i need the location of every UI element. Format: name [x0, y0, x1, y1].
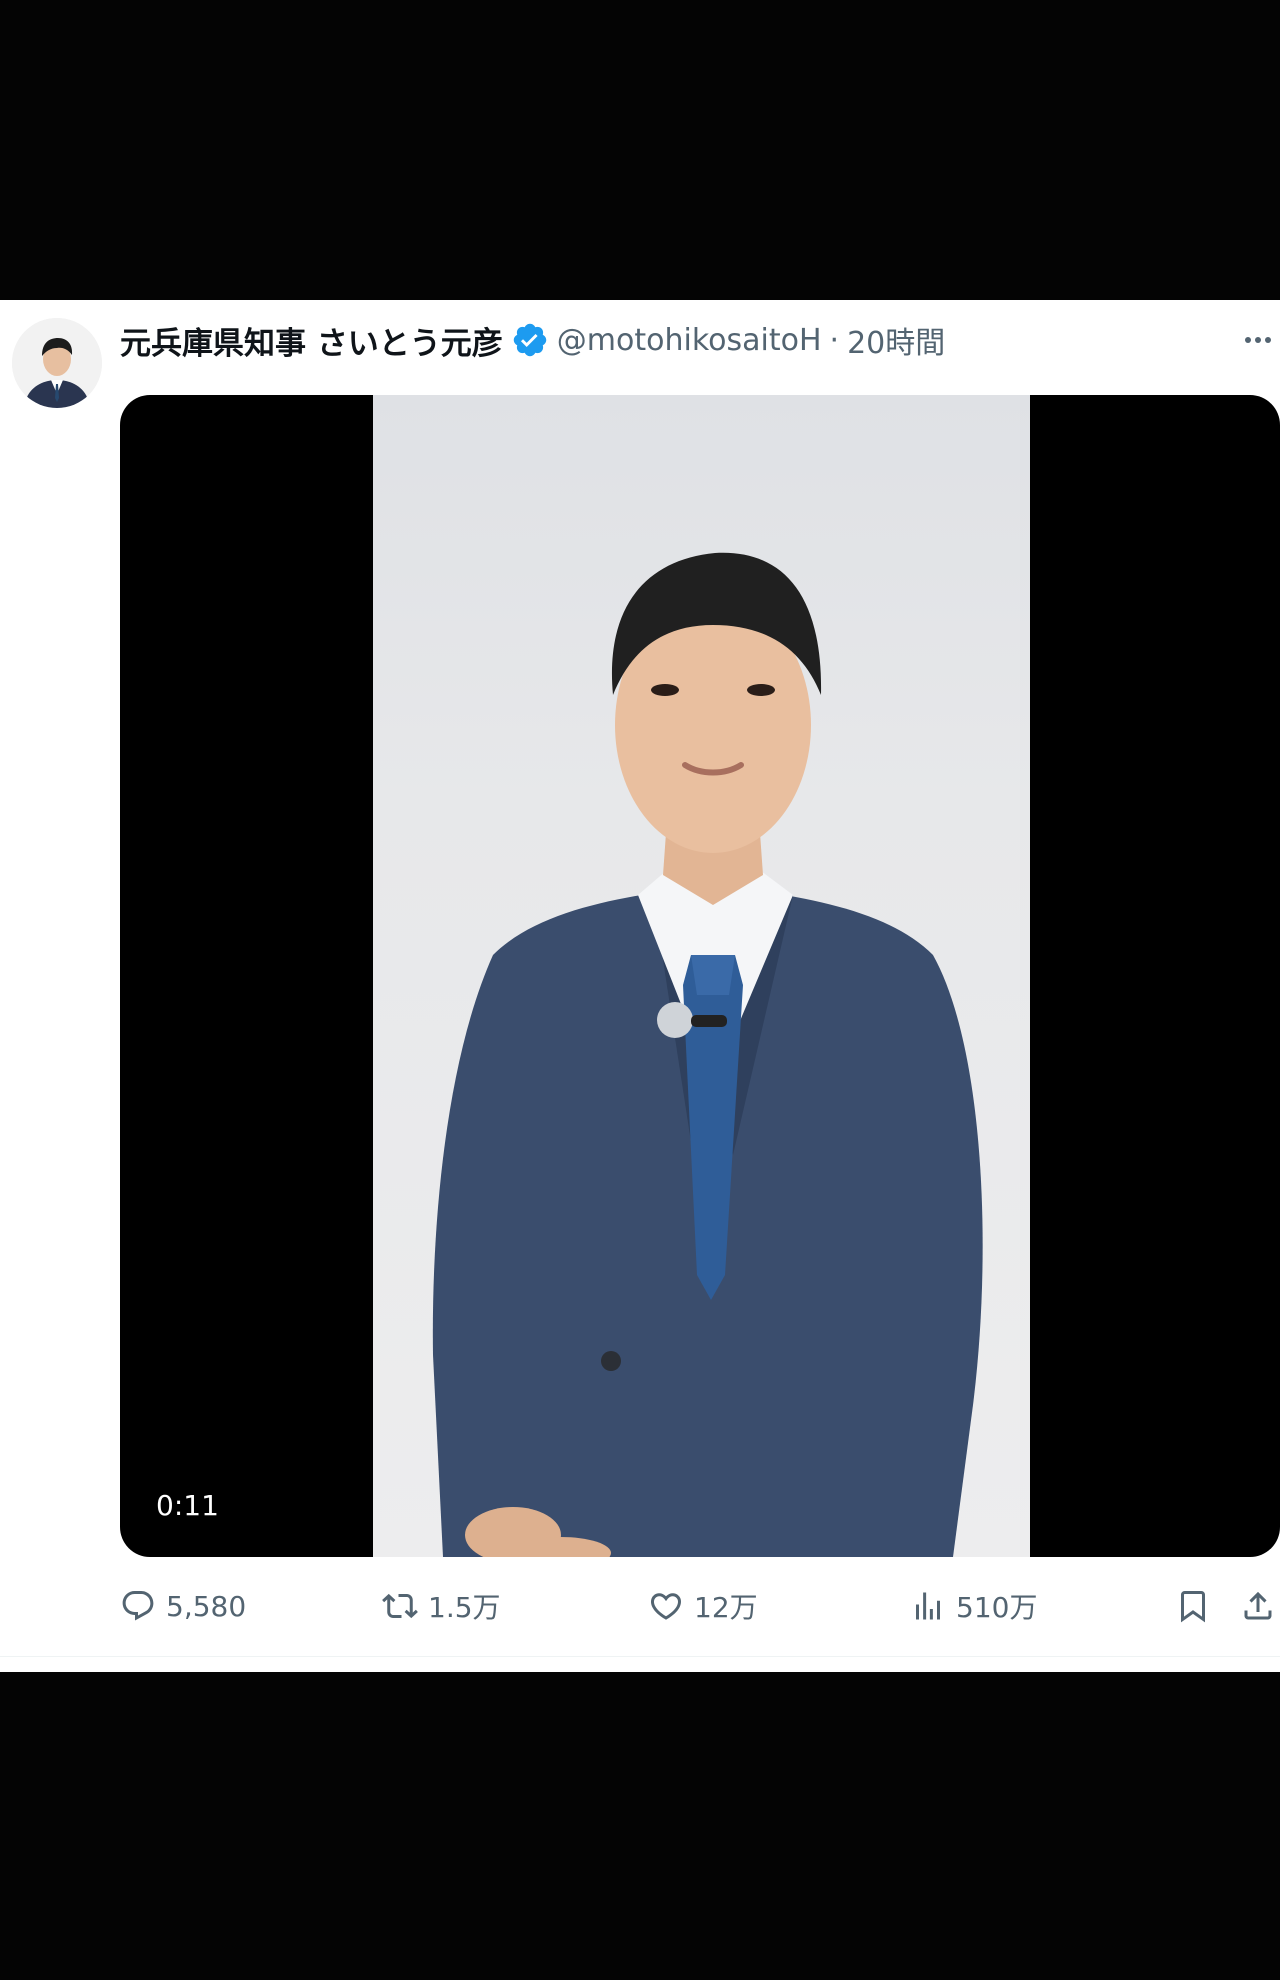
author-name[interactable]: 元兵庫県知事 さいとう元彦: [120, 318, 503, 363]
video-frame: [373, 395, 1030, 1557]
more-icon[interactable]: [1240, 322, 1276, 358]
tweet-timestamp[interactable]: 20時間: [847, 318, 945, 362]
retweet-icon: [382, 1593, 418, 1619]
views-icon: [916, 1592, 940, 1620]
video-player[interactable]: 0:11: [120, 395, 1280, 1557]
top-black-background: [0, 0, 1280, 300]
verified-badge-icon: [511, 321, 549, 359]
heart-icon: [650, 1593, 682, 1620]
like-count: 12万: [694, 1591, 758, 1624]
view-count: 510万: [956, 1591, 1038, 1624]
video-still-image: [432, 552, 983, 1557]
bottom-black-background: [0, 1672, 1280, 1980]
avatar-image: [12, 318, 102, 408]
tweet-card[interactable]: 元兵庫県知事 さいとう元彦 @motohikosaitoH · 20時間 0:1…: [0, 300, 1280, 1672]
retweet-button[interactable]: 1.5万: [382, 1584, 501, 1628]
reply-icon: [122, 1591, 154, 1621]
tweet-header: 元兵庫県知事 さいとう元彦 @motohikosaitoH · 20時間: [120, 318, 945, 362]
tweet-divider: [0, 1656, 1280, 1657]
author-handle[interactable]: @motohikosaitoH: [557, 323, 822, 358]
bookmark-icon: [1181, 1591, 1205, 1623]
video-duration: 0:11: [144, 1483, 231, 1528]
views-button[interactable]: 510万: [910, 1584, 1037, 1628]
reply-button[interactable]: 5,580: [120, 1584, 246, 1628]
bookmark-button[interactable]: [1175, 1584, 1211, 1628]
share-button[interactable]: [1240, 1584, 1276, 1628]
share-icon: [1244, 1591, 1272, 1620]
retweet-count: 1.5万: [428, 1591, 501, 1624]
screen: 元兵庫県知事 さいとう元彦 @motohikosaitoH · 20時間 0:1…: [0, 0, 1280, 1980]
tweet-actions: 5,580 1.5万 12万 510万: [120, 1584, 1280, 1628]
reply-count: 5,580: [166, 1589, 247, 1623]
like-button[interactable]: 12万: [648, 1584, 758, 1628]
header-separator: ·: [829, 322, 840, 358]
avatar[interactable]: [12, 318, 102, 408]
